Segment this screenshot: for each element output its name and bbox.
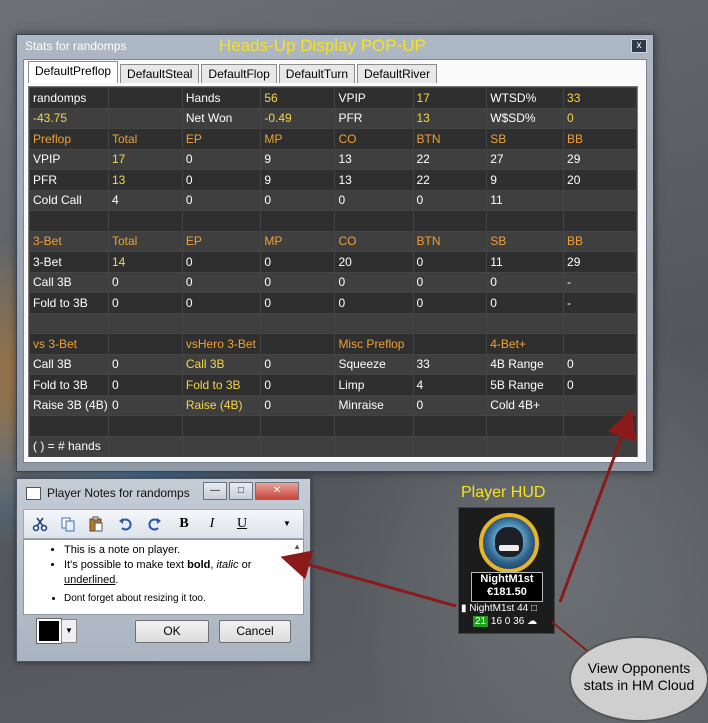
arrow-to-popup <box>558 408 636 603</box>
cloud-line-2: stats in HM Cloud <box>583 677 695 693</box>
callout-arrows <box>280 408 636 659</box>
cloud-callout: View Opponents stats in HM Cloud <box>569 636 708 722</box>
arrow-to-notes <box>280 550 457 608</box>
cloud-line-1: View Opponents <box>587 660 691 676</box>
cloud-callout-text: View Opponents stats in HM Cloud <box>571 660 707 694</box>
